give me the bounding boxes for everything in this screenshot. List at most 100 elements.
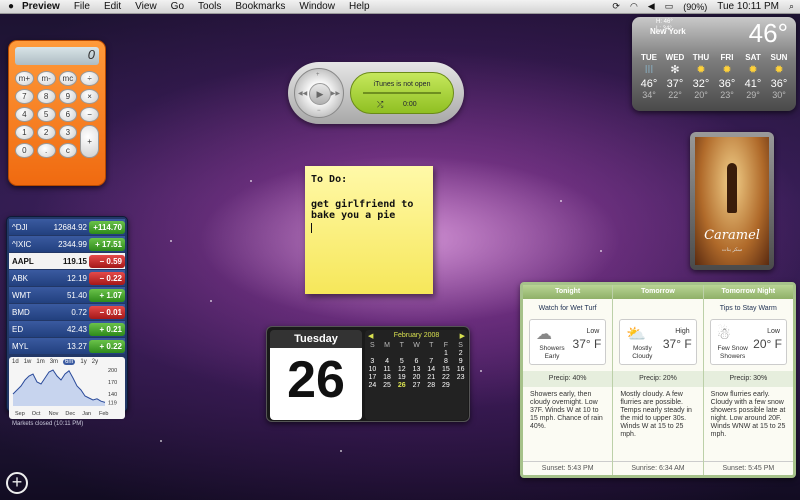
itunes-progress-track[interactable]	[363, 92, 441, 94]
stock-change[interactable]: + 17.51	[89, 237, 125, 251]
next-icon[interactable]: ▶▶	[331, 90, 340, 97]
stock-change[interactable]: − 0.01	[89, 305, 125, 319]
calendar-date[interactable]: 4	[380, 358, 395, 365]
menu-app-name[interactable]: Preview	[22, 1, 60, 12]
movies-widget[interactable]: Caramel سكر بنات	[690, 132, 774, 270]
sticky-note-widget[interactable]: To Do: get girlfriend to bake you a pie	[305, 166, 433, 294]
calendar-date[interactable]: 9	[453, 358, 468, 365]
calendar-date[interactable]: 25	[380, 382, 395, 389]
calendar-date[interactable]: 6	[409, 358, 424, 365]
stock-row[interactable]: BMD 0.72− 0.01	[9, 304, 125, 320]
menu-file[interactable]: File	[74, 1, 90, 12]
forecast-tip-link[interactable]	[613, 299, 702, 319]
stock-row[interactable]: ^IXIC 2344.99 + 17.51	[9, 236, 125, 252]
calc-key-3[interactable]: 3	[58, 125, 78, 140]
battery-percent[interactable]: (90%)	[683, 2, 707, 12]
forecast-tip-link[interactable]: Tips to Stay Warm	[704, 299, 793, 319]
volume-down-icon[interactable]: −	[317, 108, 321, 114]
menu-window[interactable]: Window	[299, 1, 335, 12]
calendar-date[interactable]: 1	[439, 350, 454, 357]
calendar-date[interactable]: 24	[365, 382, 380, 389]
stock-row[interactable]: MYL 13.27 + 0.22	[9, 338, 125, 354]
calendar-date[interactable]: 18	[380, 374, 395, 381]
stock-change[interactable]: − 0.59	[89, 254, 125, 268]
calendar-date[interactable]: 12	[394, 366, 409, 373]
calendar-date[interactable]: 10	[365, 366, 380, 373]
battery-icon[interactable]: ▭	[665, 1, 674, 12]
calc-key-7[interactable]: 7	[15, 89, 34, 104]
add-widget-button[interactable]: +	[6, 472, 28, 494]
calendar-date[interactable]: 19	[394, 374, 409, 381]
calendar-date[interactable]: 16	[453, 366, 468, 373]
spotlight-icon[interactable]: ⌕	[789, 1, 794, 12]
calendar-date[interactable]: 7	[424, 358, 439, 365]
stock-row[interactable]: ABK 12.19− 0.22	[9, 270, 125, 286]
next-month-icon[interactable]: ▶	[460, 332, 465, 340]
play-button[interactable]: ▶	[309, 83, 331, 105]
calc-key-mc[interactable]: mc	[58, 71, 78, 86]
calendar-date[interactable]: 26	[394, 382, 409, 389]
calc-key-6[interactable]: 6	[58, 107, 78, 122]
stock-row[interactable]: WMT 51.40 + 1.07	[9, 287, 125, 303]
calendar-date[interactable]: 28	[424, 382, 439, 389]
range-6m[interactable]: 6m	[63, 359, 76, 365]
range-2y[interactable]: 2y	[92, 359, 98, 365]
calc-key-minus[interactable]: −	[80, 107, 99, 122]
menu-tools[interactable]: Tools	[198, 1, 221, 12]
stock-row[interactable]: AAPL 119.15− 0.59	[9, 253, 125, 269]
calendar-date[interactable]: 3	[365, 358, 380, 365]
calendar-date[interactable]: 29	[439, 382, 454, 389]
calc-key-clear[interactable]: c	[58, 143, 78, 158]
calendar-date[interactable]: 11	[380, 366, 395, 373]
calendar-date[interactable]: 17	[365, 374, 380, 381]
calc-key-1[interactable]: 1	[15, 125, 34, 140]
wifi-icon[interactable]: ◠	[630, 1, 638, 12]
calendar-date[interactable]: 13	[409, 366, 424, 373]
movie-poster[interactable]: Caramel سكر بنات	[695, 137, 769, 265]
menu-view[interactable]: View	[135, 1, 157, 12]
calendar-date[interactable]: 5	[394, 358, 409, 365]
sync-icon[interactable]: ⟳	[612, 1, 620, 12]
calc-key-5[interactable]: 5	[36, 107, 56, 122]
apple-menu-icon[interactable]: ●	[0, 1, 22, 12]
calendar-date[interactable]: 8	[439, 358, 454, 365]
calc-key-plus[interactable]: +	[80, 125, 99, 158]
range-1w[interactable]: 1w	[24, 359, 32, 365]
stock-row[interactable]: ED 42.43 + 0.21	[9, 321, 125, 337]
menu-help[interactable]: Help	[349, 1, 370, 12]
stock-change[interactable]: + 0.21	[89, 322, 125, 336]
calendar-day-leaf[interactable]: Tuesday 26	[270, 330, 362, 420]
range-1m[interactable]: 1m	[36, 359, 44, 365]
stock-change[interactable]: + 0.22	[89, 339, 125, 353]
menu-go[interactable]: Go	[171, 1, 184, 12]
calc-key-9[interactable]: 9	[58, 89, 78, 104]
calc-key-mminus[interactable]: m-	[36, 71, 56, 86]
previous-icon[interactable]: ◀◀	[298, 90, 307, 97]
calc-key-mplus[interactable]: m+	[15, 71, 34, 86]
calendar-date[interactable]: 2	[453, 350, 468, 357]
forecast-tip-link[interactable]: Watch for Wet Turf	[523, 299, 612, 319]
calc-key-decimal[interactable]: .	[36, 143, 56, 158]
calc-key-2[interactable]: 2	[36, 125, 56, 140]
prev-month-icon[interactable]: ◀	[368, 332, 373, 340]
shuffle-icon[interactable]: ⤮	[377, 100, 383, 110]
calc-key-8[interactable]: 8	[36, 89, 56, 104]
calc-key-multiply[interactable]: ×	[80, 89, 99, 104]
stock-row[interactable]: ^DJI 12684.92 +114.70	[9, 219, 125, 235]
calendar-date[interactable]: 14	[424, 366, 439, 373]
calendar-date[interactable]: 15	[439, 366, 454, 373]
calendar-date[interactable]: 22	[439, 374, 454, 381]
calc-key-divide[interactable]: ÷	[80, 71, 99, 86]
weather-widget[interactable]: H: 46° L: 34° New York 46° TUE ǀǀǀ 46° 34° …	[632, 17, 796, 111]
calendar-date[interactable]: 20	[409, 374, 424, 381]
menu-bookmarks[interactable]: Bookmarks	[235, 1, 285, 12]
menu-clock[interactable]: Tue 10:11 PM	[717, 1, 779, 12]
itunes-control-wheel[interactable]: + ◀◀ ▶▶ − ▶	[294, 68, 344, 118]
calc-key-4[interactable]: 4	[15, 107, 34, 122]
range-1y[interactable]: 1y	[80, 359, 86, 365]
stock-change[interactable]: +114.70	[89, 220, 125, 234]
calc-key-0[interactable]: 0	[15, 143, 34, 158]
calendar-date[interactable]: 27	[409, 382, 424, 389]
calendar-date[interactable]: 21	[424, 374, 439, 381]
stock-change[interactable]: − 0.22	[89, 271, 125, 285]
